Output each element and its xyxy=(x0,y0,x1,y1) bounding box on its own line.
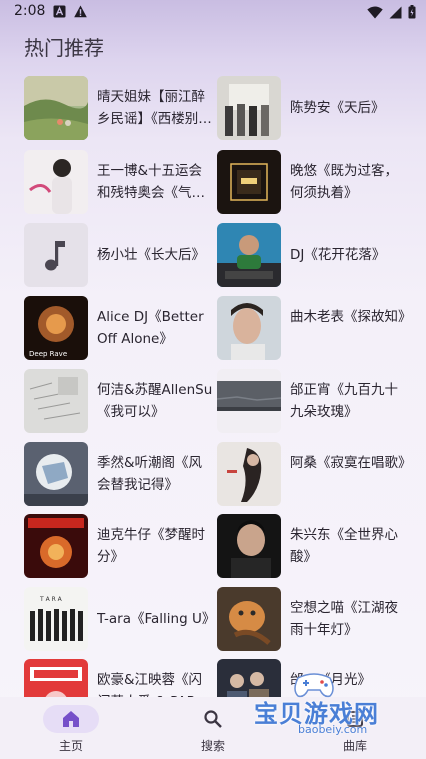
nav-library[interactable]: 曲库 xyxy=(284,697,426,759)
song-title: 邰正宵《九百九十九朵玫瑰》 xyxy=(290,382,398,420)
nav-library-label: 曲库 xyxy=(342,739,367,753)
song-card[interactable]: 杨小壮《长大后》 xyxy=(24,223,219,289)
nav-home[interactable]: 主页 xyxy=(0,697,142,759)
song-title: 杨小壮《长大后》 xyxy=(97,247,205,263)
nav-search-label: 搜索 xyxy=(200,739,225,753)
song-title: DJ《花开花落》 xyxy=(290,247,386,263)
song-card[interactable]: 空想之喵《江湖夜雨十年灯》 xyxy=(217,587,412,653)
song-title: T-ara《Falling U》 xyxy=(97,611,213,627)
song-card[interactable]: 晚悠《既为过客，何须执着》 xyxy=(217,150,412,216)
song-card[interactable]: DJ《花开花落》 xyxy=(217,223,412,289)
song-card[interactable]: T A R A T-ara《Falling U》 xyxy=(24,587,219,653)
album-cover xyxy=(217,150,281,214)
song-title: 空想之喵《江湖夜雨十年灯》 xyxy=(290,600,398,638)
album-cover xyxy=(217,587,281,651)
search-icon xyxy=(204,710,222,728)
song-card[interactable]: Deep Rave Alice DJ《Better Off Alone》 xyxy=(24,296,219,362)
album-cover xyxy=(217,76,281,140)
album-cover: Deep Rave xyxy=(24,296,88,360)
song-card[interactable]: 邰正宵《九百九十九朵玫瑰》 xyxy=(217,369,412,435)
song-title: 曲木老表《探故知》 xyxy=(290,309,406,325)
song-card[interactable]: 迪克牛仔《梦醒时分》 xyxy=(24,514,219,580)
song-card[interactable]: 陈势安《天后》 xyxy=(217,76,412,142)
album-cover xyxy=(24,150,88,214)
cover-text: Deep Rave xyxy=(29,350,67,358)
home-icon xyxy=(63,711,79,727)
album-cover: T A R A xyxy=(24,587,88,651)
nav-home-label: 主页 xyxy=(58,739,83,753)
song-title: 王一博&十五运会和残特奥会《气象万千》 xyxy=(97,163,205,201)
cover-text: T A R A xyxy=(39,596,63,603)
album-cover xyxy=(217,296,281,360)
album-cover xyxy=(24,442,88,506)
album-cover-placeholder xyxy=(24,223,88,287)
song-title: 晚悠《既为过客，何须执着》 xyxy=(290,163,398,201)
song-title: 阿桑《寂寞在唱歌》 xyxy=(290,455,406,471)
nav-search[interactable]: 搜索 xyxy=(142,697,284,759)
song-card[interactable]: 阿桑《寂寞在唱歌》 xyxy=(217,442,412,508)
song-title: 晴天姐妹【丽江醉乡民谣】《西楼别序》 xyxy=(97,89,205,127)
album-cover xyxy=(217,442,281,506)
song-title: 何洁&苏醒AllenSu《我可以》 xyxy=(97,382,213,420)
song-title: Alice DJ《Better Off Alone》 xyxy=(97,309,204,347)
song-card[interactable]: 朱兴东《全世界心酸》 xyxy=(217,514,412,580)
song-card[interactable]: 何洁&苏醒AllenSu《我可以》 xyxy=(24,369,219,435)
album-cover xyxy=(24,369,88,433)
song-card[interactable]: 曲木老表《探故知》 xyxy=(217,296,412,362)
album-cover xyxy=(24,514,88,578)
bottom-navigation: 主页 搜索 曲库 xyxy=(0,697,426,759)
album-cover xyxy=(217,369,281,433)
song-title: 朱兴东《全世界心酸》 xyxy=(290,527,398,565)
song-title: 陈势安《天后》 xyxy=(290,100,385,116)
song-title: 季然&听潮阁《风会替我记得》 xyxy=(97,455,203,493)
song-card[interactable]: 王一博&十五运会和残特奥会《气象万千》 xyxy=(24,150,219,216)
song-title: 迪克牛仔《梦醒时分》 xyxy=(97,527,205,565)
album-cover xyxy=(217,514,281,578)
album-cover xyxy=(24,76,88,140)
song-title: 邰…《月光》 xyxy=(290,672,371,688)
song-card[interactable]: 季然&听潮阁《风会替我记得》 xyxy=(24,442,219,508)
song-grid: 晴天姐妹【丽江醉乡民谣】《西楼别序》 陈势安《天后》 王一博&十五运会和残特奥会… xyxy=(0,0,426,759)
song-card[interactable]: 晴天姐妹【丽江醉乡民谣】《西楼别序》 xyxy=(24,76,219,142)
album-cover xyxy=(217,223,281,287)
library-icon xyxy=(347,711,363,727)
